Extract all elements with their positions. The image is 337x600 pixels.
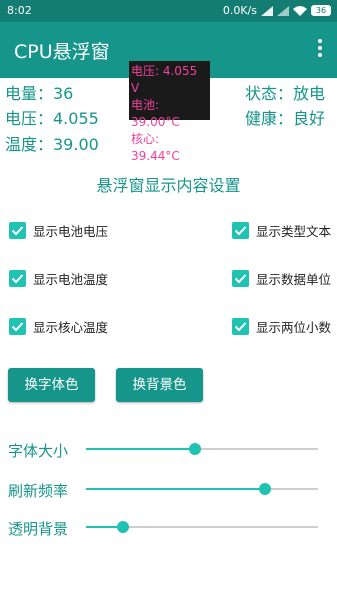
checkbox-show-battery-temp[interactable]: 显示电池温度 xyxy=(9,269,108,288)
checkbox-checked-icon xyxy=(232,270,249,287)
status-icons: 0.0K/s 36 xyxy=(223,4,331,17)
battery-temperature: 温度：39.00 xyxy=(5,135,99,154)
slider-thumb[interactable] xyxy=(117,521,130,533)
battery-health: 健康：良好 xyxy=(245,109,326,128)
signal-icon-2 xyxy=(277,5,289,16)
checkbox-show-core-temp[interactable]: 显示核心温度 xyxy=(9,317,108,336)
more-options-icon[interactable] xyxy=(317,39,323,57)
floating-window-preview[interactable]: 电压: 4.055 V 电池: 39.00°C 核心: 39.44°C xyxy=(129,61,210,163)
slider-fill xyxy=(86,448,196,450)
checkbox-show-two-decimals[interactable]: 显示两位小数 xyxy=(232,317,331,336)
checkbox-checked-icon xyxy=(9,270,26,287)
change-bg-color-button[interactable]: 换背景色 xyxy=(116,368,203,402)
checkbox-label: 显示两位小数 xyxy=(256,320,332,335)
change-font-color-button[interactable]: 换字体色 xyxy=(8,368,95,402)
battery-level: 电量：36 xyxy=(5,84,74,103)
checkbox-label: 显示数据单位 xyxy=(256,272,332,287)
refresh-rate-slider[interactable] xyxy=(86,483,318,495)
checkbox-checked-icon xyxy=(232,222,249,239)
overlay-core-temp: 核心: 39.44°C xyxy=(131,132,180,163)
overlay-voltage: 电压: 4.055 V xyxy=(131,64,198,95)
checkbox-show-type-text[interactable]: 显示类型文本 xyxy=(232,221,331,240)
checkbox-label: 显示电池温度 xyxy=(33,272,109,287)
battery-voltage: 电压：4.055 xyxy=(5,109,99,128)
slider-label-transparency: 透明背景 xyxy=(8,520,69,538)
battery-icon: 36 xyxy=(311,5,331,16)
slider-label-refresh-rate: 刷新频率 xyxy=(8,482,69,500)
checkbox-label: 显示核心温度 xyxy=(33,320,109,335)
app-title: CPU悬浮窗 xyxy=(14,41,110,63)
settings-title: 悬浮窗显示内容设置 xyxy=(96,176,241,195)
transparency-slider[interactable] xyxy=(86,521,318,533)
slider-thumb[interactable] xyxy=(258,483,271,495)
battery-state: 状态：放电 xyxy=(245,84,326,103)
checkbox-checked-icon xyxy=(9,318,26,335)
slider-fill xyxy=(86,488,265,490)
checkbox-show-units[interactable]: 显示数据单位 xyxy=(232,269,331,288)
overlay-battery-temp: 电池: 39.00°C xyxy=(131,98,180,129)
slider-thumb[interactable] xyxy=(189,443,202,455)
font-size-slider[interactable] xyxy=(86,443,318,455)
slider-label-font-size: 字体大小 xyxy=(8,442,69,460)
checkbox-checked-icon xyxy=(232,318,249,335)
status-time: 8:02 xyxy=(7,4,32,17)
net-speed: 0.0K/s xyxy=(222,4,257,17)
wifi-icon xyxy=(293,5,307,16)
checkbox-label: 显示类型文本 xyxy=(256,224,332,239)
checkbox-show-voltage[interactable]: 显示电池电压 xyxy=(9,221,108,240)
signal-icon xyxy=(261,5,273,16)
checkbox-checked-icon xyxy=(9,222,26,239)
checkbox-label: 显示电池电压 xyxy=(33,224,109,239)
status-bar: 8:02 0.0K/s 36 xyxy=(0,0,337,22)
